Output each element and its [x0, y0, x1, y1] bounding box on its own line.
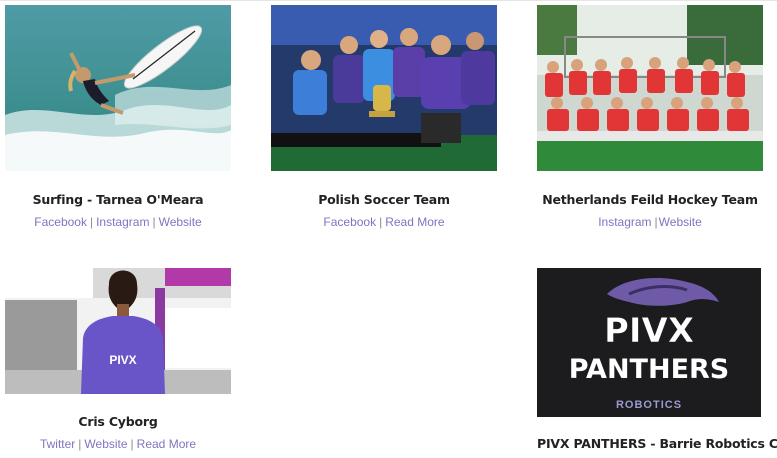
- card-title: PIVX PANTHERS - Barrie Robotics Club: [537, 436, 777, 451]
- surfer-photo[interactable]: [5, 5, 231, 171]
- card-links: Facebook | Read More: [271, 215, 497, 229]
- instagram-link[interactable]: Instagram: [598, 215, 651, 229]
- read-more-link[interactable]: Read More: [385, 215, 444, 229]
- link-separator: |: [130, 437, 134, 451]
- card-links: Facebook | Instagram | Website: [5, 215, 231, 229]
- logo-text-line2: PANTHERS: [569, 354, 730, 385]
- logo-text-line1: PIVX: [604, 311, 694, 351]
- hockey-team-photo[interactable]: [537, 5, 763, 171]
- card-title: Polish Soccer Team: [318, 192, 450, 207]
- link-separator: |: [379, 215, 383, 229]
- card-title: Cris Cyborg: [78, 414, 158, 429]
- svg-text:PIVX: PIVX: [109, 353, 136, 367]
- top-divider: [0, 0, 777, 1]
- read-more-link[interactable]: Read More: [137, 437, 196, 451]
- website-link[interactable]: Website: [84, 437, 127, 451]
- instagram-link[interactable]: Instagram: [96, 215, 149, 229]
- logo-text-line3: ROBOTICS: [616, 399, 682, 411]
- link-separator: |: [152, 215, 156, 229]
- link-separator: |: [89, 215, 94, 229]
- facebook-link[interactable]: Facebook: [323, 215, 376, 229]
- card-title: Netherlands Feild Hockey Team: [542, 192, 758, 207]
- fighter-photo[interactable]: PIVX: [5, 268, 231, 394]
- card-links: Instagram |Website: [537, 215, 763, 229]
- website-link[interactable]: Website: [159, 215, 202, 229]
- card-title: Surfing - Tarnea O'Meara: [32, 192, 204, 207]
- link-separator: |: [654, 215, 658, 229]
- facebook-link[interactable]: Facebook: [34, 215, 87, 229]
- card-links: Twitter | Website | Read More: [5, 437, 231, 451]
- twitter-link[interactable]: Twitter: [40, 437, 75, 451]
- soccer-team-photo[interactable]: [271, 5, 497, 171]
- website-link[interactable]: Website: [659, 215, 702, 229]
- panthers-logo[interactable]: PIVX PANTHERS ROBOTICS: [537, 268, 761, 417]
